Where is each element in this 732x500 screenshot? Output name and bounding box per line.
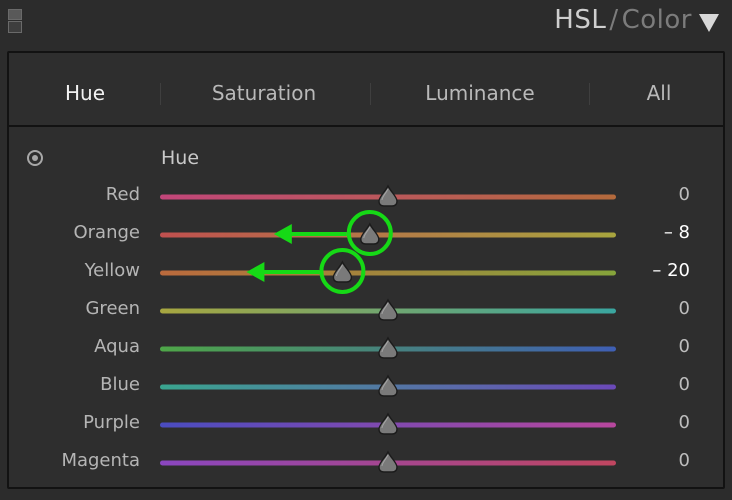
orange-slider-track[interactable] xyxy=(160,232,616,238)
tab-divider xyxy=(589,83,590,105)
panel-switch-icon-bottom xyxy=(8,21,22,33)
panel-title[interactable]: HSL / Color xyxy=(554,5,692,35)
tab-luminance[interactable]: Luminance xyxy=(409,53,551,125)
red-label: Red xyxy=(105,184,140,205)
panel-switch-icon-top xyxy=(8,9,22,20)
tab-hue[interactable]: Hue xyxy=(29,53,141,125)
color-title[interactable]: Color xyxy=(622,5,692,35)
green-label: Green xyxy=(85,298,140,319)
magenta-label: Magenta xyxy=(61,450,140,471)
yellow-label: Yellow xyxy=(84,260,140,281)
section-label: Hue xyxy=(161,147,200,169)
title-separator: / xyxy=(609,5,619,35)
panel-header: HSL / Color xyxy=(0,0,732,50)
hsl-title[interactable]: HSL xyxy=(554,5,606,35)
blue-label: Blue xyxy=(100,374,140,395)
tab-divider xyxy=(370,83,371,105)
tab-bar: Hue Saturation Luminance All xyxy=(9,53,723,127)
panel-switch-icon[interactable] xyxy=(8,9,22,33)
aqua-label: Aqua xyxy=(94,336,140,357)
targeted-adjustment-icon[interactable] xyxy=(27,150,43,166)
tab-all[interactable]: All xyxy=(617,53,701,125)
yellow-slider-track[interactable] xyxy=(160,270,616,276)
orange-label: Orange xyxy=(73,222,140,243)
tab-saturation[interactable]: Saturation xyxy=(199,53,329,125)
tab-divider xyxy=(160,83,161,105)
purple-label: Purple xyxy=(83,412,140,433)
triangle-down-icon[interactable] xyxy=(699,14,719,32)
